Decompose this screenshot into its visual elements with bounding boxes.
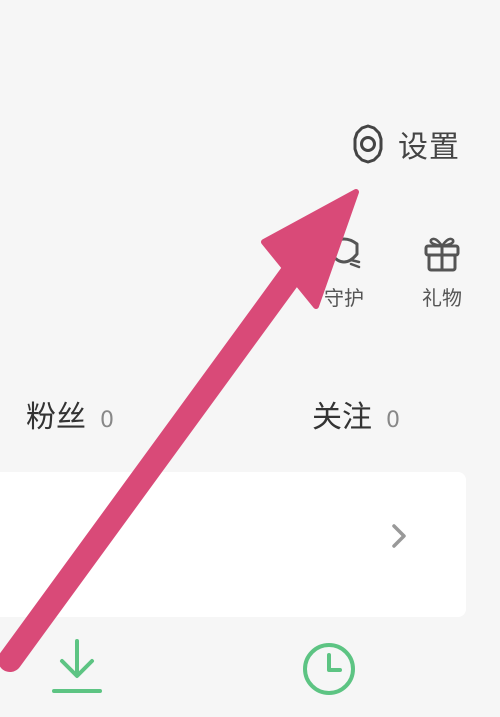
gift-button[interactable]: 礼物 [406,230,478,322]
fans-stat[interactable]: 粉丝 0 [26,392,114,436]
fans-label: 粉丝 [26,400,86,435]
gift-label: 礼物 [422,286,462,310]
settings-button[interactable]: 设置 [346,120,476,168]
gift-icon [419,230,465,276]
clock-icon[interactable] [300,640,358,698]
following-label: 关注 [312,400,372,435]
settings-label: 设置 [398,130,460,165]
guard-label: 守护 [324,286,364,310]
fans-count: 0 [100,408,114,433]
following-count: 0 [386,408,400,433]
following-stat[interactable]: 关注 0 [312,392,400,436]
download-icon[interactable] [48,635,106,699]
gear-icon [346,122,390,166]
guard-icon [321,230,367,276]
chevron-right-icon [388,522,412,550]
guard-button[interactable]: 守护 [308,230,380,322]
